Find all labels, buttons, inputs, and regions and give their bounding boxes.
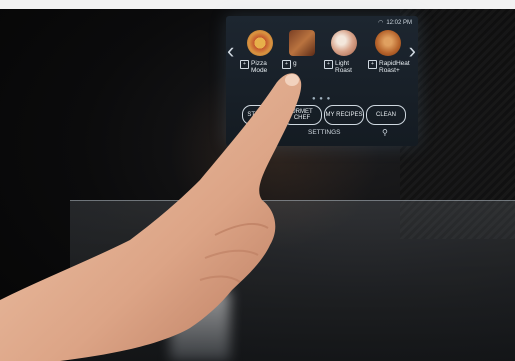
skewers-icon <box>289 30 315 56</box>
button-label: MY RECIPES <box>325 112 363 118</box>
mode-icon: + <box>368 60 377 69</box>
roast-chicken-icon <box>375 30 401 56</box>
mode-card-skewers[interactable]: + g <box>282 30 322 94</box>
button-label: CLEAN <box>375 112 396 118</box>
glass-shelf <box>70 200 515 361</box>
chevron-right-icon[interactable]: › <box>409 40 416 62</box>
status-time: 12:02 PM <box>386 19 412 26</box>
oven-interior-light <box>170 290 230 361</box>
photo-scene: ◠ 12:02 PM ‹ › + Pizza Mode + g + Light Roa… <box>0 0 515 361</box>
mode-icon: + <box>240 60 249 69</box>
page-indicator: ● ● ● <box>312 96 332 102</box>
wifi-icon: ◠ <box>378 20 384 26</box>
mode-icon: + <box>324 60 333 69</box>
oven-touchscreen[interactable]: ◠ 12:02 PM ‹ › + Pizza Mode + g + Light Roa… <box>226 16 418 146</box>
mode-label: g <box>293 60 297 67</box>
mode-label: RapidHeat Roast+ <box>379 60 410 74</box>
button-label: STEA CE <box>247 112 273 118</box>
mode-label: Pizza Mode <box>251 60 268 74</box>
status-bar: ◠ 12:02 PM <box>378 19 412 27</box>
chevron-left-icon[interactable]: ‹ <box>227 40 234 62</box>
button-label: URMET CHEF <box>291 109 313 121</box>
mode-label: Light Roast <box>335 60 352 74</box>
steam-button[interactable]: STEA CE <box>242 105 278 125</box>
gourmet-chef-button[interactable]: URMET CHEF <box>282 105 322 125</box>
ham-icon <box>331 30 357 56</box>
top-border <box>0 0 515 9</box>
mode-icon: + <box>282 60 291 69</box>
pizza-icon <box>247 30 273 56</box>
my-recipes-button[interactable]: MY RECIPES <box>324 105 364 125</box>
clean-button[interactable]: CLEAN <box>366 105 406 125</box>
mode-card-pizza[interactable]: + Pizza Mode <box>240 30 280 94</box>
mode-card-light-roast[interactable]: + Light Roast <box>324 30 364 94</box>
settings-button[interactable]: SETTINGS <box>308 129 341 136</box>
light-icon[interactable]: ⚲ <box>382 128 388 137</box>
mode-card-rapidheat[interactable]: + RapidHeat Roast+ <box>368 30 410 94</box>
